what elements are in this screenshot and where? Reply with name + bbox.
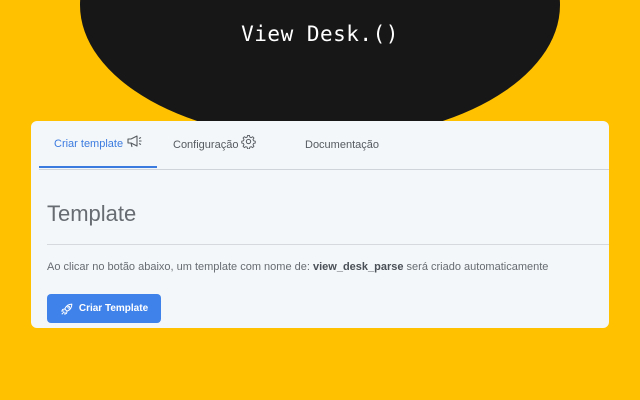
tab-configuracao[interactable]: Configuração [173, 121, 257, 168]
description-text: Ao clicar no botão abaixo, um template c… [47, 261, 548, 273]
template-name: view_desk_parse [312, 261, 404, 273]
tab-documentacao[interactable]: Documentação [305, 121, 379, 168]
header-blob [80, 0, 560, 140]
gear-icon [241, 134, 257, 149]
rocket-icon [60, 302, 74, 316]
tab-label: Documentação [305, 138, 379, 151]
divider [47, 244, 609, 245]
brand-title: View Desk.() [241, 22, 399, 46]
tab-label: Criar template [54, 137, 124, 150]
description-suffix: será criado automaticamente [403, 261, 549, 273]
megaphone-icon [126, 134, 142, 148]
description-prefix: Ao clicar no botão abaixo, um template c… [47, 261, 313, 273]
tab-criar-template[interactable]: Criar template [39, 121, 158, 168]
button-label: Criar Template [78, 303, 149, 314]
template-card: Criar template Configuração Documentação… [31, 121, 609, 328]
app-window: View Desk.() Criar template Configuração [0, 0, 640, 400]
tab-label: Configuração [173, 138, 239, 151]
page-title: Template [47, 201, 137, 226]
tab-bar: Criar template Configuração Documentação [39, 121, 609, 170]
criar-template-button[interactable]: Criar Template [47, 294, 161, 323]
